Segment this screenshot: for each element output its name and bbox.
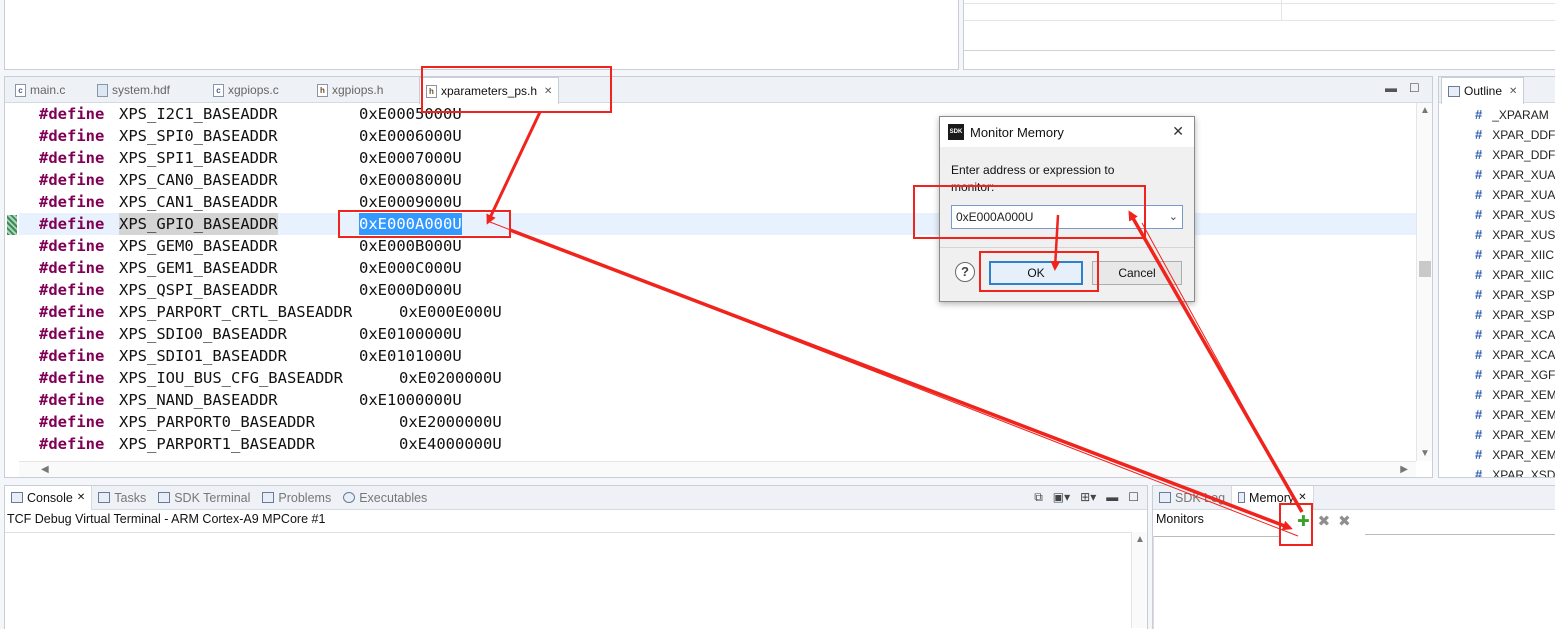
annotation-arrows [486,111,1304,537]
annotation-arrow [1141,222,1301,511]
annotation-arrow [509,228,1293,531]
annotation-arrow [486,111,542,225]
annotation-arrow [1050,214,1061,271]
